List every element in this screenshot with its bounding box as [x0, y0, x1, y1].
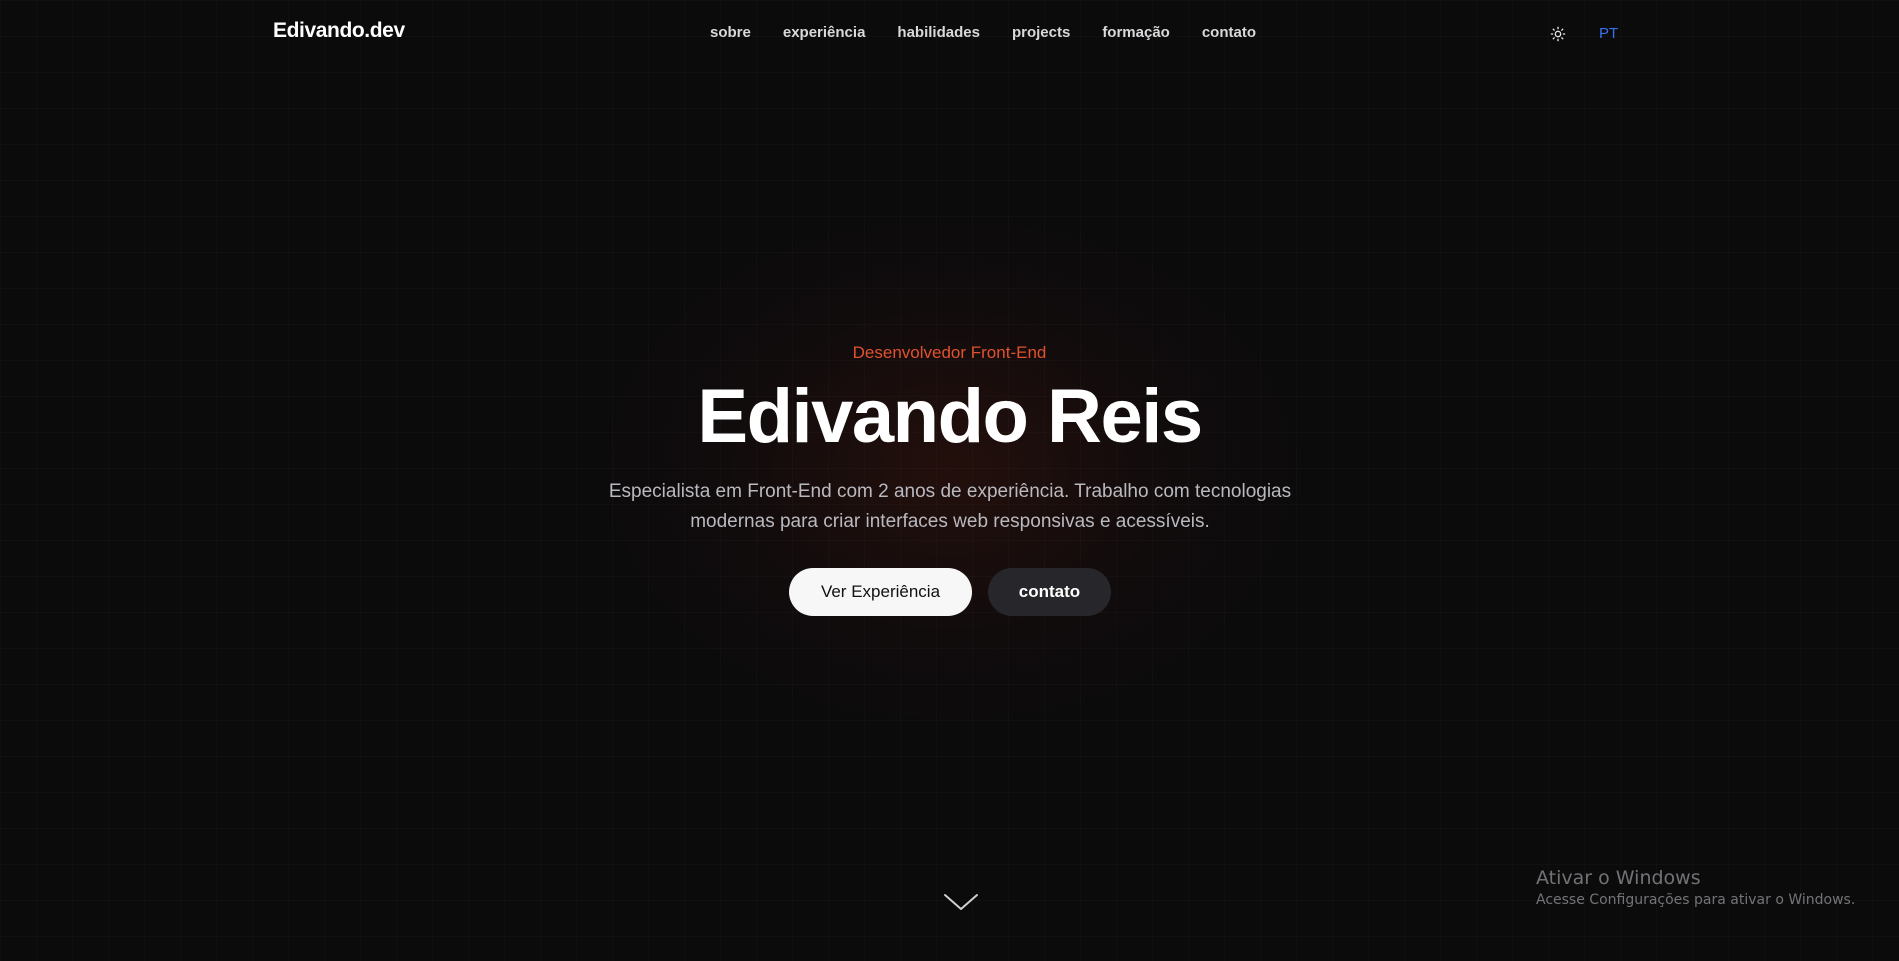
language-toggle-button[interactable]: PT	[1599, 25, 1618, 42]
nav-item-contato: contato	[1202, 24, 1256, 42]
watermark-title: Ativar o Windows	[1536, 867, 1701, 889]
chevron-down-icon	[943, 894, 979, 918]
page: Edivando.dev sobre experiência habilidad…	[0, 0, 1899, 961]
site-logo[interactable]: Edivando.dev	[273, 19, 405, 43]
scroll-down-link[interactable]	[943, 890, 979, 914]
nav-item-projects: projects	[1012, 24, 1070, 42]
hero-role: Desenvolvedor Front-End	[852, 343, 1047, 362]
view-experience-button[interactable]: Ver Experiência	[789, 568, 972, 616]
hero-description: Especialista em Front-End com 2 anos de …	[608, 481, 1292, 532]
site-header: Edivando.dev sobre experiência habilidad…	[0, 0, 1899, 68]
nav-item-habilidades: habilidades	[897, 24, 980, 42]
nav-link-formacao[interactable]: formação	[1102, 24, 1170, 41]
nav-link-habilidades[interactable]: habilidades	[897, 24, 980, 41]
nav-link-sobre[interactable]: sobre	[710, 24, 751, 41]
nav-link-experiencia[interactable]: experiência	[783, 24, 866, 41]
contact-button[interactable]: contato	[988, 568, 1111, 616]
nav-item-experiencia: experiência	[783, 24, 866, 42]
nav-item-sobre: sobre	[710, 24, 751, 42]
sun-icon	[1550, 26, 1566, 45]
nav-item-formacao: formação	[1102, 24, 1170, 42]
theme-toggle-button[interactable]	[1547, 24, 1569, 46]
watermark-subtitle: Acesse Configurações para ativar o Windo…	[1536, 892, 1856, 908]
windows-activation-watermark: Ativar o Windows Acesse Configurações pa…	[1536, 866, 1855, 910]
nav-link-contato[interactable]: contato	[1202, 24, 1256, 41]
hero-name: Edivando Reis	[697, 374, 1203, 459]
main-nav: sobre experiência habilidades projects f…	[710, 24, 1256, 42]
nav-link-projects[interactable]: projects	[1012, 24, 1070, 41]
